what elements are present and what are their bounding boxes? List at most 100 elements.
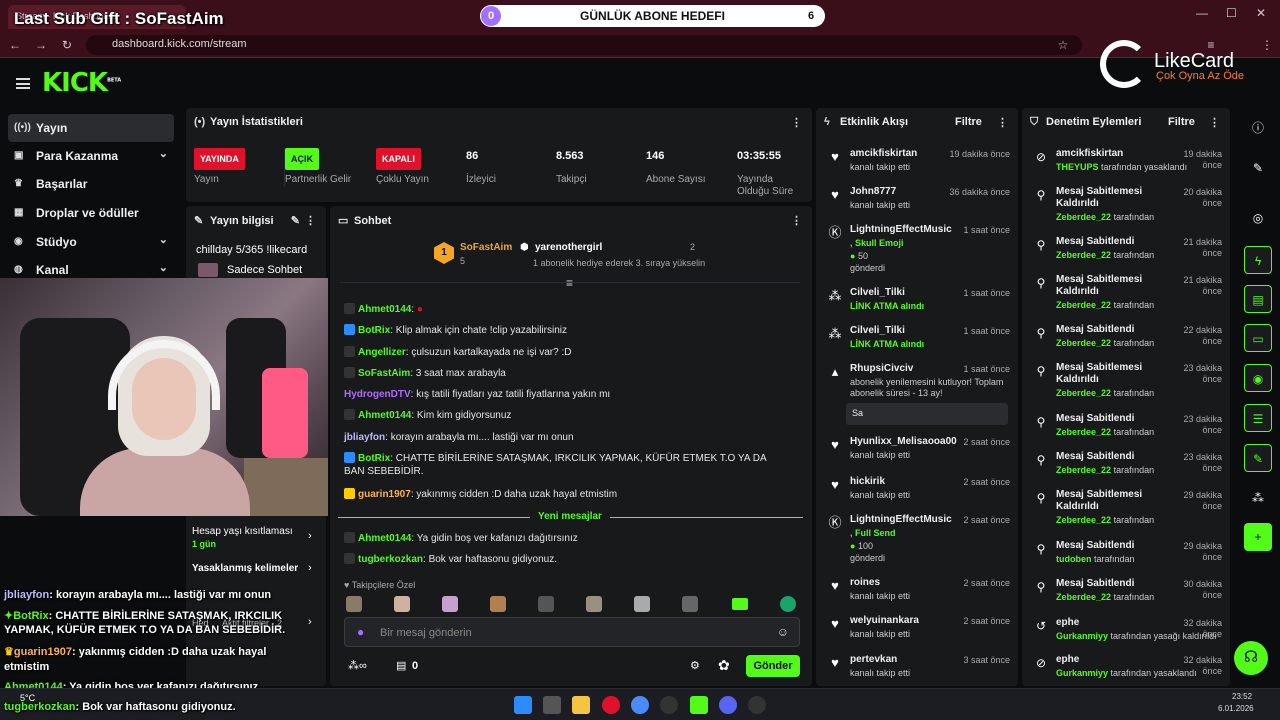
emote-icon[interactable] (732, 598, 748, 610)
settings-icon[interactable]: ⚙ (690, 659, 700, 672)
pencil-icon[interactable]: ✎ (1244, 154, 1272, 182)
mod-actor[interactable]: Zeberdee_22 (1056, 515, 1111, 525)
collapse-icon[interactable]: ≡ (566, 276, 573, 290)
activity-user[interactable]: roines (850, 577, 880, 588)
chrome-icon[interactable] (631, 696, 649, 714)
emote-icon[interactable] (490, 596, 506, 612)
chat-icon[interactable]: ▭ (1244, 324, 1272, 352)
sidebar-item-yayin[interactable]: ((•)) Yayın (8, 114, 174, 142)
mod-actor[interactable]: tudoben (1056, 554, 1092, 564)
search-icon[interactable] (543, 696, 561, 714)
windows-start-icon[interactable] (514, 696, 532, 714)
forward-icon[interactable]: → (34, 38, 48, 52)
reload-icon[interactable]: ↻ (60, 38, 74, 52)
menu-icon[interactable]: ⋮ (1260, 38, 1274, 52)
mod-actor[interactable]: Zeberdee_22 (1056, 388, 1111, 398)
kick-logo[interactable]: KICKBETA (42, 68, 121, 98)
chat-user[interactable]: Ahmet0144 (358, 533, 411, 544)
mod-actor[interactable]: Zeberdee_22 (1056, 300, 1111, 310)
mod-title[interactable]: ephe (1056, 654, 1176, 666)
emote-icon[interactable] (586, 596, 602, 612)
activity-user[interactable]: hickirik (850, 476, 885, 487)
discord-icon[interactable] (719, 696, 737, 714)
activity-user[interactable]: welyuinankara (850, 615, 919, 626)
document-icon[interactable]: ▤ (1244, 285, 1272, 313)
mod-actor[interactable]: THEYUPS (1056, 162, 1099, 172)
chat-user[interactable]: jbliayfon (344, 432, 385, 443)
activity-user[interactable]: Cilveli_Tilki (850, 325, 905, 336)
chat-user[interactable]: Ahmet0144 (358, 410, 411, 421)
emote-icon[interactable] (346, 596, 362, 612)
mod-actor[interactable]: Gurkanmiyy (1056, 631, 1108, 641)
broadcast-icon[interactable]: ◉ (1244, 364, 1272, 392)
activity-user[interactable]: Cilveli_Tilki (850, 287, 905, 298)
mod-actor[interactable]: Gurkanmiyy (1056, 668, 1108, 678)
mod-title[interactable]: ephe (1056, 617, 1176, 629)
clock-date[interactable]: 6.01.2026 (1218, 704, 1254, 713)
chevron-right-icon[interactable]: › (308, 530, 312, 542)
channel-points-icon[interactable]: ⁂∞ (348, 659, 367, 672)
emote-icon[interactable] (780, 596, 796, 612)
kick-app-icon[interactable] (690, 696, 708, 714)
age-restriction-label[interactable]: Hesap yaşı kısıtlaması (192, 526, 293, 537)
hamburger-icon[interactable] (16, 78, 30, 89)
points-icon[interactable]: ⁂ (1244, 484, 1272, 512)
kebab-menu-icon[interactable]: ⋮ (305, 214, 316, 227)
kebab-menu-icon[interactable]: ⋮ (791, 116, 802, 129)
mod-actor[interactable]: Zeberdee_22 (1056, 338, 1111, 348)
activity-user[interactable]: LightningEffectMusic (850, 224, 952, 235)
sidebar-item-studyo[interactable]: ◉ Stüdyo ⌄ (8, 228, 174, 256)
mod-title[interactable]: amcikfiskirtan (1056, 148, 1176, 160)
file-explorer-icon[interactable] (572, 696, 590, 714)
kebab-menu-icon[interactable]: ⋮ (791, 214, 802, 227)
mod-actor[interactable]: Zeberdee_22 (1056, 212, 1111, 222)
app-icon[interactable] (748, 696, 766, 714)
list-icon[interactable]: ☰ (1244, 404, 1272, 432)
url-input[interactable]: dashboard.kick.com/stream (86, 35, 1082, 55)
back-icon[interactable]: ← (8, 38, 22, 52)
add-widget-icon[interactable]: + (1244, 523, 1272, 551)
top-gifter-name[interactable]: SoFastAim (460, 242, 512, 253)
chat-input[interactable]: ● Bir mesaj gönderin ☺ (344, 617, 800, 647)
activity-user[interactable]: LightningEffectMusic (850, 514, 952, 525)
app-icon[interactable] (660, 696, 678, 714)
edit-icon[interactable]: ✎ (291, 214, 300, 227)
second-gifter-name[interactable]: yarenothergirl (535, 242, 602, 253)
lightning-icon[interactable]: ϟ (1244, 246, 1272, 274)
mod-actor[interactable]: Zeberdee_22 (1056, 592, 1111, 602)
banned-words[interactable]: Yasaklanmış kelimeler (192, 563, 298, 574)
kebab-menu-icon[interactable]: ⋮ (1209, 116, 1220, 129)
activity-user[interactable]: amcikfiskirtan (850, 148, 917, 159)
chat-user[interactable]: BotRix (358, 325, 390, 336)
sidebar-item-basarilar[interactable]: ♛ Başarılar (8, 170, 174, 198)
support-headset-icon[interactable]: ☊ (1234, 641, 1268, 675)
send-button[interactable]: Gönder (746, 655, 800, 677)
obs-icon[interactable] (602, 696, 620, 714)
wrench-icon[interactable]: ✎ (1244, 444, 1272, 472)
clock-time[interactable]: 23:52 (1232, 692, 1252, 701)
activity-user[interactable]: pertevkan (850, 654, 897, 665)
chevron-right-icon[interactable]: › (308, 562, 312, 574)
activity-user[interactable]: Hyunlixx_Melisaooa00 (850, 436, 957, 447)
activity-user[interactable]: John8777 (850, 186, 896, 197)
close-icon[interactable]: ✕ (1256, 6, 1266, 20)
chat-user[interactable]: tugberkozkan (358, 554, 423, 565)
chat-user[interactable]: HydrogenDTV (344, 389, 411, 400)
mod-actor[interactable]: Zeberdee_22 (1056, 427, 1111, 437)
moderation-filter-button[interactable]: Filtre (1168, 116, 1195, 128)
activity-user[interactable]: RhupsiCivciv (850, 363, 913, 374)
chat-user[interactable]: guarin1907 (358, 489, 411, 500)
emote-icon[interactable] (394, 596, 410, 612)
activity-filter-button[interactable]: Filtre (955, 116, 982, 128)
kebab-menu-icon[interactable]: ⋮ (997, 116, 1008, 129)
camera-icon[interactable]: ◎ (1244, 204, 1272, 232)
emote-icon[interactable] (634, 596, 650, 612)
emote-icon[interactable] (538, 596, 554, 612)
chat-user[interactable]: Ahmet0144 (358, 304, 411, 315)
chat-user[interactable]: SoFastAim (358, 368, 410, 379)
sidebar-item-droplar[interactable]: ▦ Droplar ve ödüller (8, 199, 174, 227)
emote-icon[interactable] (682, 596, 698, 612)
mod-actor[interactable]: Zeberdee_22 (1056, 250, 1111, 260)
emote-icon[interactable] (442, 596, 458, 612)
info-icon[interactable]: ⓘ (1244, 114, 1272, 142)
